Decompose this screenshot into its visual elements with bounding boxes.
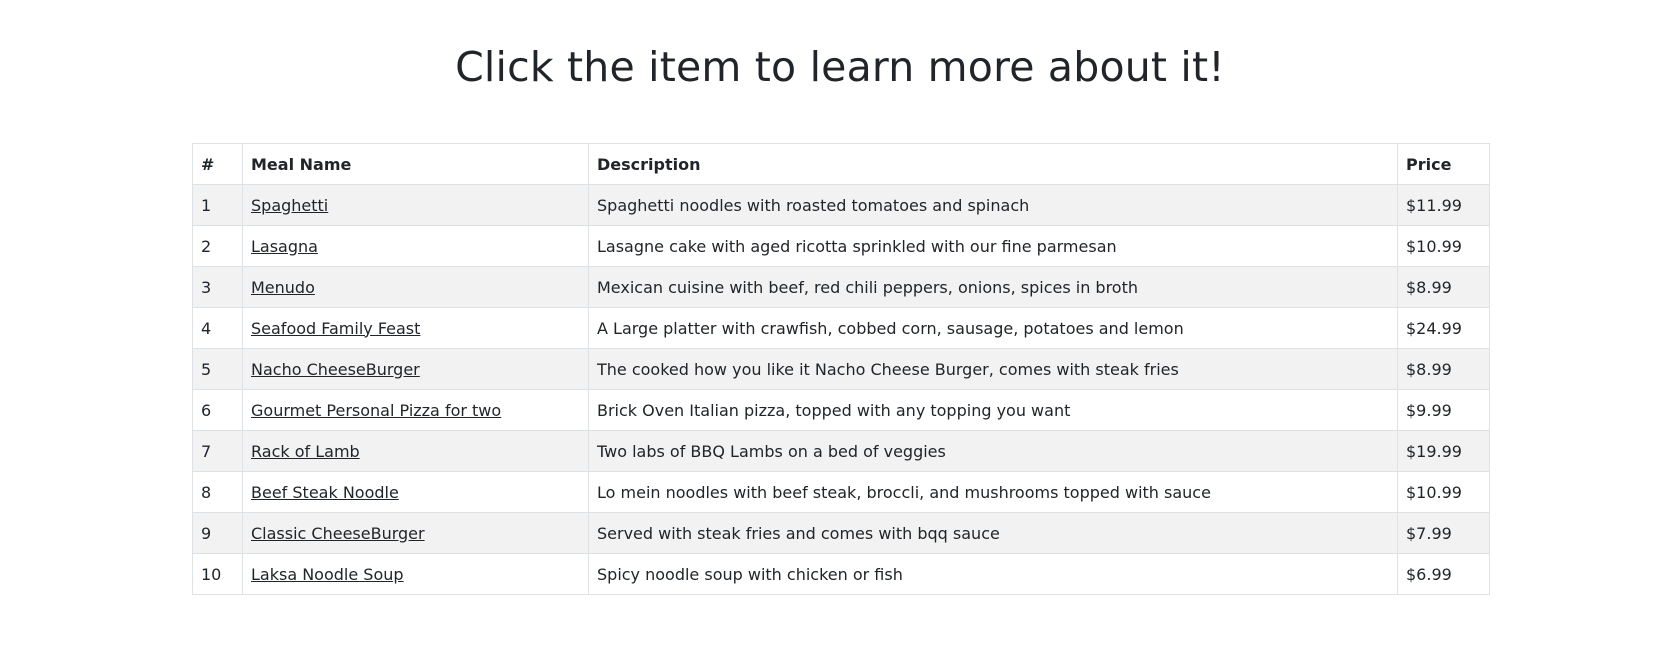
row-description: A Large platter with crawfish, cobbed co… bbox=[588, 307, 1398, 349]
table-body: 1 Spaghetti Spaghetti noodles with roast… bbox=[192, 184, 1490, 595]
row-number: 3 bbox=[192, 266, 243, 308]
menu-table: # Meal Name Description Price 1 Spaghett… bbox=[192, 143, 1490, 595]
meal-name-cell: Classic CheeseBurger bbox=[242, 512, 589, 554]
table-row: 4 Seafood Family Feast A Large platter w… bbox=[192, 307, 1490, 349]
meal-link-menudo[interactable]: Menudo bbox=[251, 278, 315, 297]
header-number: # bbox=[192, 143, 243, 185]
row-number: 4 bbox=[192, 307, 243, 349]
table-row: 10 Laksa Noodle Soup Spicy noodle soup w… bbox=[192, 553, 1490, 595]
row-price: $24.99 bbox=[1397, 307, 1490, 349]
row-price: $19.99 bbox=[1397, 430, 1490, 472]
meal-name-cell: Laksa Noodle Soup bbox=[242, 553, 589, 595]
meal-name-cell: Menudo bbox=[242, 266, 589, 308]
row-description: Two labs of BBQ Lambs on a bed of veggie… bbox=[588, 430, 1398, 472]
meal-link-spaghetti[interactable]: Spaghetti bbox=[251, 196, 328, 215]
table-header: # Meal Name Description Price bbox=[192, 143, 1490, 185]
row-price: $11.99 bbox=[1397, 184, 1490, 226]
row-description: The cooked how you like it Nacho Cheese … bbox=[588, 348, 1398, 390]
row-price: $10.99 bbox=[1397, 225, 1490, 267]
row-price: $7.99 bbox=[1397, 512, 1490, 554]
meal-name-cell: Nacho CheeseBurger bbox=[242, 348, 589, 390]
meal-name-cell: Lasagna bbox=[242, 225, 589, 267]
meal-link-classic-cheeseburger[interactable]: Classic CheeseBurger bbox=[251, 524, 425, 543]
row-number: 6 bbox=[192, 389, 243, 431]
row-price: $6.99 bbox=[1397, 553, 1490, 595]
menu-table-container: # Meal Name Description Price 1 Spaghett… bbox=[192, 143, 1490, 595]
table-row: 5 Nacho CheeseBurger The cooked how you … bbox=[192, 348, 1490, 390]
row-description: Lasagne cake with aged ricotta sprinkled… bbox=[588, 225, 1398, 267]
table-row: 8 Beef Steak Noodle Lo mein noodles with… bbox=[192, 471, 1490, 513]
row-description: Mexican cuisine with beef, red chili pep… bbox=[588, 266, 1398, 308]
table-row: 9 Classic CheeseBurger Served with steak… bbox=[192, 512, 1490, 554]
row-description: Brick Oven Italian pizza, topped with an… bbox=[588, 389, 1398, 431]
table-row: 2 Lasagna Lasagne cake with aged ricotta… bbox=[192, 225, 1490, 267]
page-title: Click the item to learn more about it! bbox=[455, 43, 1225, 91]
row-number: 10 bbox=[192, 553, 243, 595]
table-row: 7 Rack of Lamb Two labs of BBQ Lambs on … bbox=[192, 430, 1490, 472]
row-number: 1 bbox=[192, 184, 243, 226]
meal-name-cell: Beef Steak Noodle bbox=[242, 471, 589, 513]
row-price: $8.99 bbox=[1397, 348, 1490, 390]
row-description: Lo mein noodles with beef steak, broccli… bbox=[588, 471, 1398, 513]
page: Click the item to learn more about it! #… bbox=[0, 0, 1680, 660]
header-meal-name: Meal Name bbox=[242, 143, 589, 185]
row-description: Spicy noodle soup with chicken or fish bbox=[588, 553, 1398, 595]
meal-link-laksa-noodle-soup[interactable]: Laksa Noodle Soup bbox=[251, 565, 404, 584]
row-description: Served with steak fries and comes with b… bbox=[588, 512, 1398, 554]
meal-link-gourmet-personal-pizza[interactable]: Gourmet Personal Pizza for two bbox=[251, 401, 501, 420]
row-number: 8 bbox=[192, 471, 243, 513]
meal-link-rack-of-lamb[interactable]: Rack of Lamb bbox=[251, 442, 360, 461]
meal-link-beef-steak-noodle[interactable]: Beef Steak Noodle bbox=[251, 483, 399, 502]
meal-name-cell: Rack of Lamb bbox=[242, 430, 589, 472]
table-row: 6 Gourmet Personal Pizza for two Brick O… bbox=[192, 389, 1490, 431]
header-price: Price bbox=[1397, 143, 1490, 185]
row-number: 2 bbox=[192, 225, 243, 267]
header-row: # Meal Name Description Price bbox=[192, 143, 1490, 185]
meal-name-cell: Spaghetti bbox=[242, 184, 589, 226]
row-price: $9.99 bbox=[1397, 389, 1490, 431]
meal-link-nacho-cheeseburger[interactable]: Nacho CheeseBurger bbox=[251, 360, 420, 379]
row-price: $8.99 bbox=[1397, 266, 1490, 308]
meal-link-lasagna[interactable]: Lasagna bbox=[251, 237, 318, 256]
meal-name-cell: Seafood Family Feast bbox=[242, 307, 589, 349]
table-row: 1 Spaghetti Spaghetti noodles with roast… bbox=[192, 184, 1490, 226]
header-description: Description bbox=[588, 143, 1398, 185]
meal-name-cell: Gourmet Personal Pizza for two bbox=[242, 389, 589, 431]
row-price: $10.99 bbox=[1397, 471, 1490, 513]
table-row: 3 Menudo Mexican cuisine with beef, red … bbox=[192, 266, 1490, 308]
row-number: 7 bbox=[192, 430, 243, 472]
row-number: 9 bbox=[192, 512, 243, 554]
row-description: Spaghetti noodles with roasted tomatoes … bbox=[588, 184, 1398, 226]
meal-link-seafood-family-feast[interactable]: Seafood Family Feast bbox=[251, 319, 420, 338]
row-number: 5 bbox=[192, 348, 243, 390]
